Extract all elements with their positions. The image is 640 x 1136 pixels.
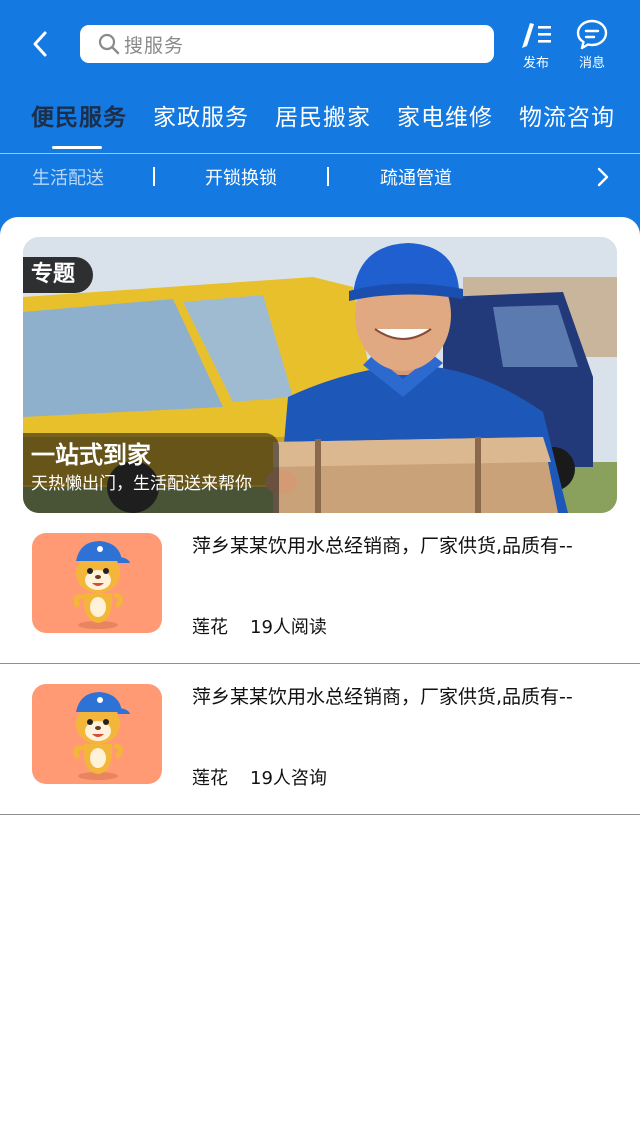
search-icon (98, 33, 120, 55)
chevron-right-icon (597, 167, 609, 187)
item-thumbnail (32, 533, 162, 633)
item-consult-count: 19人咨询 (250, 768, 327, 789)
item-thumbnail (32, 684, 162, 784)
tab-housekeeping[interactable]: 家政服务 (153, 98, 249, 132)
tab-moving[interactable]: 居民搬家 (275, 98, 371, 132)
item-author: 莲花 (192, 617, 228, 638)
subtab-life-delivery[interactable]: 生活配送 (32, 164, 104, 190)
tab-appliance-repair[interactable]: 家电维修 (397, 98, 493, 132)
content-panel: 专题 一站式到家 天热懒出门，生活配送来帮你 萍乡某某饮用水总经销商，厂家供货,… (0, 217, 640, 1136)
publish-icon (522, 23, 551, 48)
tiger-mascot-icon (73, 541, 130, 629)
subtab-separator (153, 167, 155, 186)
item-read-count: 19人阅读 (250, 617, 327, 638)
item-author: 莲花 (192, 768, 228, 789)
subtab-locksmith[interactable]: 开锁换锁 (205, 164, 277, 190)
banner-subtitle: 天热懒出门，生活配送来帮你 (31, 474, 252, 494)
list-item[interactable]: 萍乡某某饮用水总经销商，厂家供货,品质有-- 莲花 19人阅读 (0, 513, 640, 664)
back-arrow-icon (33, 31, 47, 57)
active-tab-indicator (52, 146, 102, 149)
banner-tag: 专题 (23, 257, 94, 293)
tab-convenience-services[interactable]: 便民服务 (31, 98, 127, 132)
subtab-plumbing[interactable]: 疏通管道 (380, 164, 452, 190)
item-title: 萍乡某某饮用水总经销商，厂家供货,品质有-- (192, 535, 573, 557)
publish-label: 发布 (522, 56, 549, 71)
item-meta: 莲花 19人阅读 (192, 613, 327, 639)
messages-button[interactable]: 消息 (570, 18, 614, 71)
search-placeholder: 搜服务 (124, 34, 185, 57)
main-category-tabs: 便民服务 家政服务 居民搬家 家电维修 物流咨询 (0, 94, 640, 152)
item-title: 萍乡某某饮用水总经销商，厂家供货,品质有-- (192, 686, 573, 708)
tabs-divider (0, 153, 640, 154)
banner-title: 一站式到家 (31, 441, 151, 469)
item-meta: 莲花 19人咨询 (192, 764, 327, 790)
publish-button[interactable]: 发布 (514, 18, 558, 71)
tab-logistics[interactable]: 物流咨询 (519, 98, 615, 132)
search-input[interactable]: 搜服务 (80, 25, 494, 63)
subtab-more-button[interactable] (592, 165, 614, 189)
subtab-separator (327, 167, 329, 186)
messages-label: 消息 (578, 56, 605, 71)
back-button[interactable] (24, 26, 56, 62)
featured-banner[interactable]: 专题 一站式到家 天热懒出门，生活配送来帮你 (23, 237, 617, 513)
message-icon (576, 19, 608, 50)
list-item[interactable]: 萍乡某某饮用水总经销商，厂家供货,品质有-- 莲花 19人咨询 (0, 664, 640, 815)
tiger-mascot-icon (73, 692, 130, 780)
